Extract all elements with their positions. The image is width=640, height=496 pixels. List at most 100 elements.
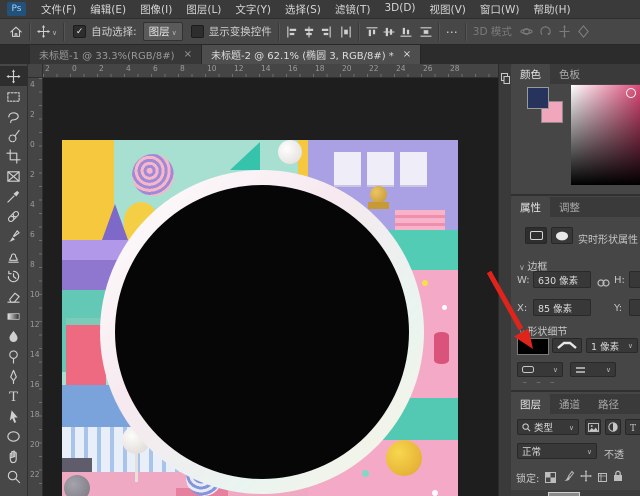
filter-pixel-layers-icon[interactable] <box>585 419 601 435</box>
path-select-tool[interactable] <box>0 406 28 426</box>
lock-artboard-icon[interactable] <box>597 468 608 487</box>
x-input[interactable]: 85 像素 <box>533 299 591 316</box>
menu-item[interactable]: 编辑(E) <box>83 2 133 17</box>
ruler-number: 16 <box>286 64 313 73</box>
height-input[interactable] <box>629 271 640 288</box>
menu-item[interactable]: 图层(L) <box>179 2 228 17</box>
lock-position-icon[interactable] <box>580 467 592 486</box>
panel-tab[interactable]: 路径 <box>589 394 628 414</box>
more-options-icon[interactable]: ⋯ <box>446 25 459 39</box>
align-bottom-icon[interactable] <box>400 26 412 38</box>
layer-row[interactable] <box>511 490 640 496</box>
details-section-header[interactable]: 形状细节 <box>519 323 567 338</box>
menu-item[interactable]: 3D(D) <box>377 2 422 17</box>
layer-filter-dropdown[interactable]: 类型 <box>517 419 579 435</box>
rectangle-shape-icon[interactable] <box>525 227 547 244</box>
blend-mode-dropdown[interactable]: 正常 <box>517 443 597 459</box>
type-tool[interactable]: T <box>0 386 28 406</box>
color-field[interactable] <box>571 85 640 185</box>
collapse-panels-icon[interactable] <box>501 69 510 88</box>
align-center-h-icon[interactable] <box>303 26 315 38</box>
close-icon[interactable]: × <box>184 49 192 60</box>
move-tool-icon[interactable] <box>37 25 50 38</box>
menu-item[interactable]: 选择(S) <box>278 2 328 17</box>
auto-select-checkbox[interactable]: ✓ <box>73 25 86 38</box>
shape-tool[interactable] <box>0 426 28 446</box>
menu-item[interactable]: 文件(F) <box>34 2 83 17</box>
link-dimensions-icon[interactable] <box>597 273 610 292</box>
marquee-tool[interactable] <box>0 86 28 106</box>
layer-thumbnail[interactable] <box>548 492 580 496</box>
panel-tab[interactable]: 通道 <box>550 394 589 414</box>
healing-tool[interactable] <box>0 206 28 226</box>
ellipse-shape-icon[interactable] <box>551 227 573 244</box>
dodge-tool[interactable] <box>0 346 28 366</box>
canvas-area[interactable]: 20246810121416182022242628 4202468101214… <box>28 64 498 496</box>
menu-item[interactable]: 图像(I) <box>133 2 179 17</box>
horizontal-ruler[interactable]: 20246810121416182022242628 <box>43 64 498 78</box>
filter-adjustment-layers-icon[interactable] <box>605 419 621 435</box>
distribute-v-icon[interactable] <box>420 26 432 38</box>
pen-tool[interactable] <box>0 366 28 386</box>
y-input[interactable] <box>629 299 640 316</box>
menu-item[interactable]: 滤镜(T) <box>328 2 378 17</box>
panel-tab[interactable]: 颜色 <box>511 64 550 84</box>
eraser-tool[interactable] <box>0 286 28 306</box>
menu-item[interactable]: 窗口(W) <box>473 2 527 17</box>
stroke-swatch-button[interactable] <box>552 338 582 353</box>
distribute-h-icon[interactable] <box>340 26 352 38</box>
crop-tool[interactable] <box>0 146 28 166</box>
vertical-ruler[interactable]: 420246810121416182022 <box>28 78 43 496</box>
align-middle-icon[interactable] <box>383 26 395 38</box>
quick-select-tool[interactable] <box>0 126 28 146</box>
color-field-selector[interactable] <box>626 88 636 98</box>
shape-black-ellipse[interactable] <box>115 185 409 479</box>
panel-tab[interactable]: 属性 <box>511 197 550 217</box>
menu-item[interactable]: 文字(Y) <box>228 2 278 17</box>
foreground-color-swatch[interactable] <box>527 87 549 109</box>
home-icon[interactable] <box>9 25 23 39</box>
filter-type-layers-icon[interactable]: T <box>625 419 640 435</box>
divider <box>63 23 65 41</box>
hand-tool[interactable] <box>0 446 28 466</box>
chevron-down-icon[interactable] <box>50 26 57 38</box>
clone-stamp-tool[interactable] <box>0 246 28 266</box>
close-icon[interactable]: × <box>403 49 411 60</box>
auto-select-dropdown[interactable]: 图层 <box>143 22 183 41</box>
history-brush-tool[interactable] <box>0 266 28 286</box>
document-tab[interactable]: 未标题-1 @ 33.3%(RGB/8#) × <box>30 45 202 64</box>
ruler-number: 18 <box>28 408 42 438</box>
fill-color-swatch[interactable] <box>517 338 549 355</box>
3d-slide-icon[interactable] <box>577 25 590 38</box>
eyedropper-tool[interactable] <box>0 186 28 206</box>
lock-all-icon[interactable] <box>613 467 623 486</box>
align-top-icon[interactable] <box>366 26 378 38</box>
document-tab[interactable]: 未标题-2 @ 62.1% (椭圆 3, RGB/8#) * × <box>202 45 421 64</box>
align-right-icon[interactable] <box>320 26 332 38</box>
move-tool[interactable] <box>0 66 28 86</box>
zoom-tool[interactable] <box>0 466 28 486</box>
panel-tab[interactable]: 图层 <box>511 394 550 414</box>
3d-pan-icon[interactable] <box>558 25 571 38</box>
stroke-align-dropdown[interactable] <box>570 362 616 377</box>
panel-tab[interactable]: 调整 <box>550 197 589 217</box>
menu-item[interactable]: 视图(V) <box>423 2 473 17</box>
show-transform-checkbox[interactable] <box>191 25 204 38</box>
lock-pixels-icon[interactable] <box>563 467 574 486</box>
panel-tab[interactable]: 色板 <box>550 64 589 84</box>
width-input[interactable]: 630 像素 <box>533 271 591 288</box>
brush-tool[interactable] <box>0 226 28 246</box>
document-canvas[interactable] <box>62 140 458 496</box>
lasso-tool[interactable] <box>0 106 28 126</box>
ruler-corner[interactable] <box>28 64 43 78</box>
blur-tool[interactable] <box>0 326 28 346</box>
frame-tool[interactable] <box>0 166 28 186</box>
lock-transparent-icon[interactable] <box>545 468 556 487</box>
stroke-width-input[interactable]: 1 像素 <box>586 338 638 353</box>
gradient-tool[interactable] <box>0 306 28 326</box>
align-left-icon[interactable] <box>286 26 298 38</box>
stroke-type-dropdown[interactable] <box>517 362 563 377</box>
menu-item[interactable]: 帮助(H) <box>527 2 578 17</box>
3d-roll-icon[interactable] <box>539 25 552 38</box>
3d-orbit-icon[interactable] <box>520 25 533 38</box>
